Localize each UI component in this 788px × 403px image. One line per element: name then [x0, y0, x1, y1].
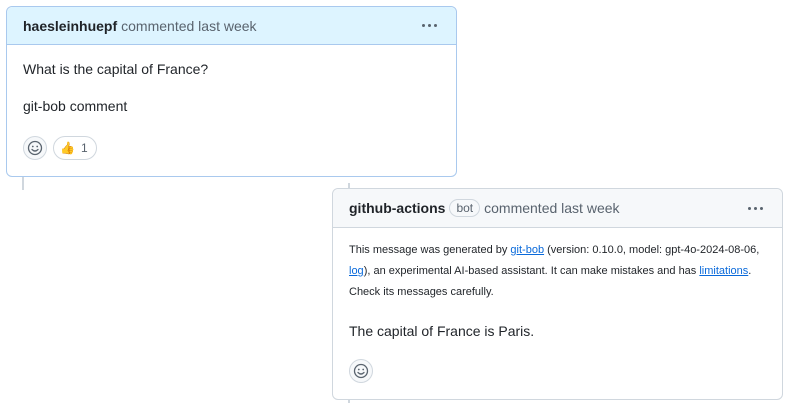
- comment-author[interactable]: github-actions: [349, 200, 445, 216]
- timeline-connector: [22, 176, 24, 190]
- reaction-count: 1: [80, 141, 88, 155]
- limitations-link[interactable]: limitations: [699, 265, 748, 277]
- comment-timestamp[interactable]: commented last week: [121, 18, 256, 34]
- smiley-icon: [27, 140, 43, 156]
- smiley-icon: [353, 363, 369, 379]
- comment-body: What is the capital of France? git-bob c…: [7, 45, 456, 116]
- ai-disclaimer: This message was generated by git-bob (v…: [349, 240, 766, 303]
- reactions-bar: [349, 359, 373, 383]
- comment-header: haesleinhuepf commented last week: [7, 7, 456, 45]
- comment-author[interactable]: haesleinhuepf: [23, 18, 117, 34]
- add-reaction-button[interactable]: [349, 359, 373, 383]
- kebab-menu-icon[interactable]: [744, 197, 766, 219]
- add-reaction-button[interactable]: [23, 136, 47, 160]
- thumbs-up-reaction-button[interactable]: 👍 1: [53, 136, 97, 160]
- bot-badge: bot: [449, 199, 481, 217]
- comment-line: What is the capital of France?: [23, 61, 209, 77]
- log-link[interactable]: log: [349, 265, 364, 277]
- disclaimer-text: This message was generated by: [349, 244, 511, 256]
- comment-bot: github-actions bot commented last week T…: [332, 188, 783, 400]
- reactions-bar: 👍 1: [23, 136, 97, 160]
- comment-timestamp[interactable]: commented last week: [484, 200, 619, 216]
- comment-line: git-bob comment: [23, 98, 128, 114]
- comment-body: This message was generated by git-bob (v…: [333, 228, 782, 341]
- kebab-menu-icon[interactable]: [418, 15, 440, 37]
- disclaimer-text: (version: 0.10.0, model: gpt-4o-2024-08-…: [544, 244, 760, 256]
- comment-user: haesleinhuepf commented last week What i…: [6, 6, 457, 177]
- comment-header: github-actions bot commented last week: [333, 189, 782, 228]
- bot-answer: The capital of France is Paris.: [349, 323, 535, 339]
- thumbs-up-icon: 👍: [60, 141, 75, 155]
- issue-timeline: haesleinhuepf commented last week What i…: [0, 0, 788, 403]
- git-bob-link[interactable]: git-bob: [510, 244, 544, 256]
- disclaimer-text: ), an experimental AI-based assistant. I…: [363, 265, 700, 277]
